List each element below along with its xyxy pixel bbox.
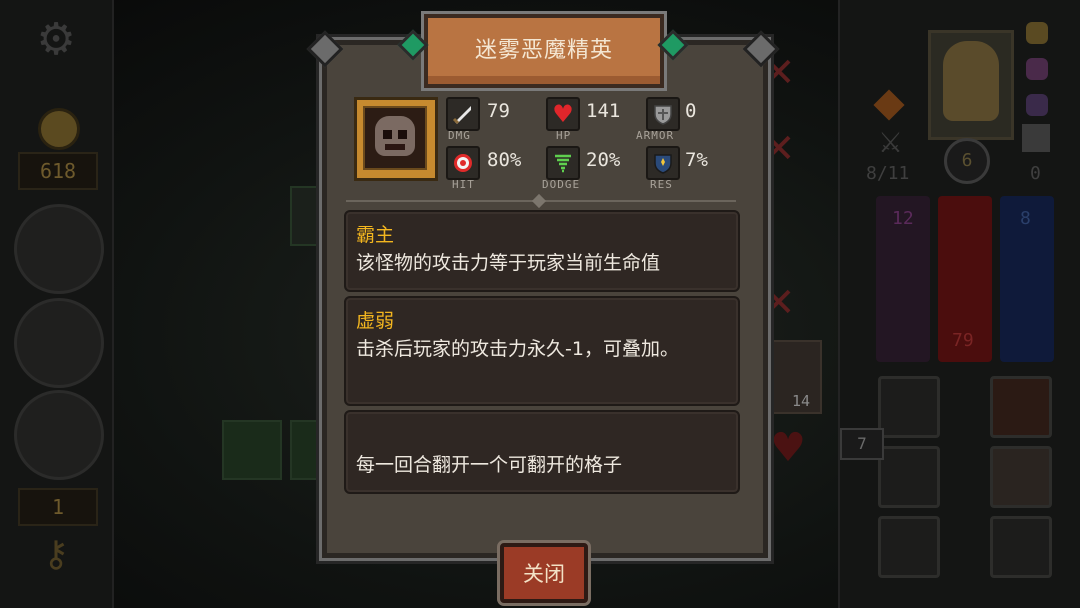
blue-bar: 8 <box>1000 196 1054 362</box>
cross-icon <box>1022 124 1050 152</box>
hp-value: 141 <box>586 100 621 122</box>
inventory-slot[interactable] <box>878 516 940 578</box>
blue-bar-value: 8 <box>1020 208 1031 229</box>
monster-eye <box>383 130 392 139</box>
helmet-icon[interactable] <box>14 298 104 388</box>
monster-skull-icon <box>375 116 415 156</box>
dmg-label: DMG <box>448 129 471 142</box>
inventory-slot[interactable] <box>878 376 940 438</box>
hero-face <box>943 41 999 121</box>
dmg-value: 79 <box>487 100 510 122</box>
key-count: 7 <box>840 428 884 460</box>
armor-value: 0 <box>685 100 697 122</box>
dodge-label: DODGE <box>542 178 581 191</box>
armor-shield-icon <box>646 97 680 131</box>
sword-icon: ⚔ <box>878 126 904 159</box>
skull-icon <box>1026 58 1048 80</box>
monster-tile-count: 14 <box>792 392 811 410</box>
helmet-slot[interactable] <box>990 446 1052 508</box>
card-count: 8/11 <box>866 163 910 184</box>
gear-icon[interactable]: ⚙ <box>34 18 78 62</box>
armor-label: ARMOR <box>636 129 675 142</box>
key-icon: ⚷ <box>42 534 70 575</box>
hit-value: 80% <box>487 149 522 171</box>
dodge-tornado-icon <box>546 146 580 180</box>
monster-eye <box>398 130 407 139</box>
board-tile[interactable] <box>222 420 282 480</box>
hp-heart-icon: ♥ <box>546 97 580 131</box>
monster-portrait-inner <box>363 106 427 170</box>
ability-desc: 该怪物的攻击力等于玩家当前生命值 <box>356 252 661 274</box>
hit-label: HIT <box>452 178 475 191</box>
res-value: 7% <box>685 149 708 171</box>
hero-portrait[interactable] <box>928 30 1014 140</box>
modal-title-banner: 迷雾恶魔精英 <box>424 14 664 88</box>
ability-name: 虚弱 <box>356 310 395 332</box>
ability-card: 每一回合翻开一个可翻开的格子 <box>344 410 740 494</box>
ability-desc: 每一回合翻开一个可翻开的格子 <box>356 454 623 476</box>
purple-bar-value: 12 <box>892 208 914 229</box>
monster-mouth <box>385 144 405 150</box>
skull-icon <box>1026 94 1048 116</box>
heart-tile-icon[interactable]: ♥ <box>764 424 812 472</box>
red-bar-value: 79 <box>952 330 974 351</box>
inventory-slot[interactable] <box>878 446 940 508</box>
purple-bar: 12 <box>876 196 930 362</box>
skull-icon <box>1026 22 1048 44</box>
dodge-value: 20% <box>586 149 621 171</box>
hp-label: HP <box>556 129 572 142</box>
gold-count: 618 <box>18 152 98 190</box>
res-label: RES <box>650 178 673 191</box>
ability-card: 霸主 该怪物的攻击力等于玩家当前生命值 <box>344 210 740 292</box>
ability-name: 霸主 <box>356 224 395 246</box>
ability-card: 虚弱 击杀后玩家的攻击力永久-1，可叠加。 <box>344 296 740 406</box>
shield-count: 0 <box>1030 163 1041 184</box>
modal-title: 迷雾恶魔精英 <box>474 38 613 63</box>
inventory-slot[interactable] <box>990 376 1052 438</box>
dmg-sword-icon <box>446 97 480 131</box>
rank-badge: 6 <box>944 138 990 184</box>
hit-target-icon <box>446 146 480 180</box>
sword-icon[interactable] <box>14 390 104 480</box>
res-shield-icon <box>646 146 680 180</box>
lock-icon[interactable] <box>990 516 1052 578</box>
red-bar: 79 <box>938 196 992 362</box>
coin-icon <box>38 108 80 150</box>
close-button[interactable]: 关闭 <box>500 543 588 603</box>
level-count: 1 <box>18 488 98 526</box>
ability-desc: 击杀后玩家的攻击力永久-1，可叠加。 <box>356 338 679 360</box>
monster-portrait <box>354 97 438 181</box>
monster-tile[interactable]: 14 <box>762 340 822 414</box>
shield-icon[interactable] <box>14 204 104 294</box>
